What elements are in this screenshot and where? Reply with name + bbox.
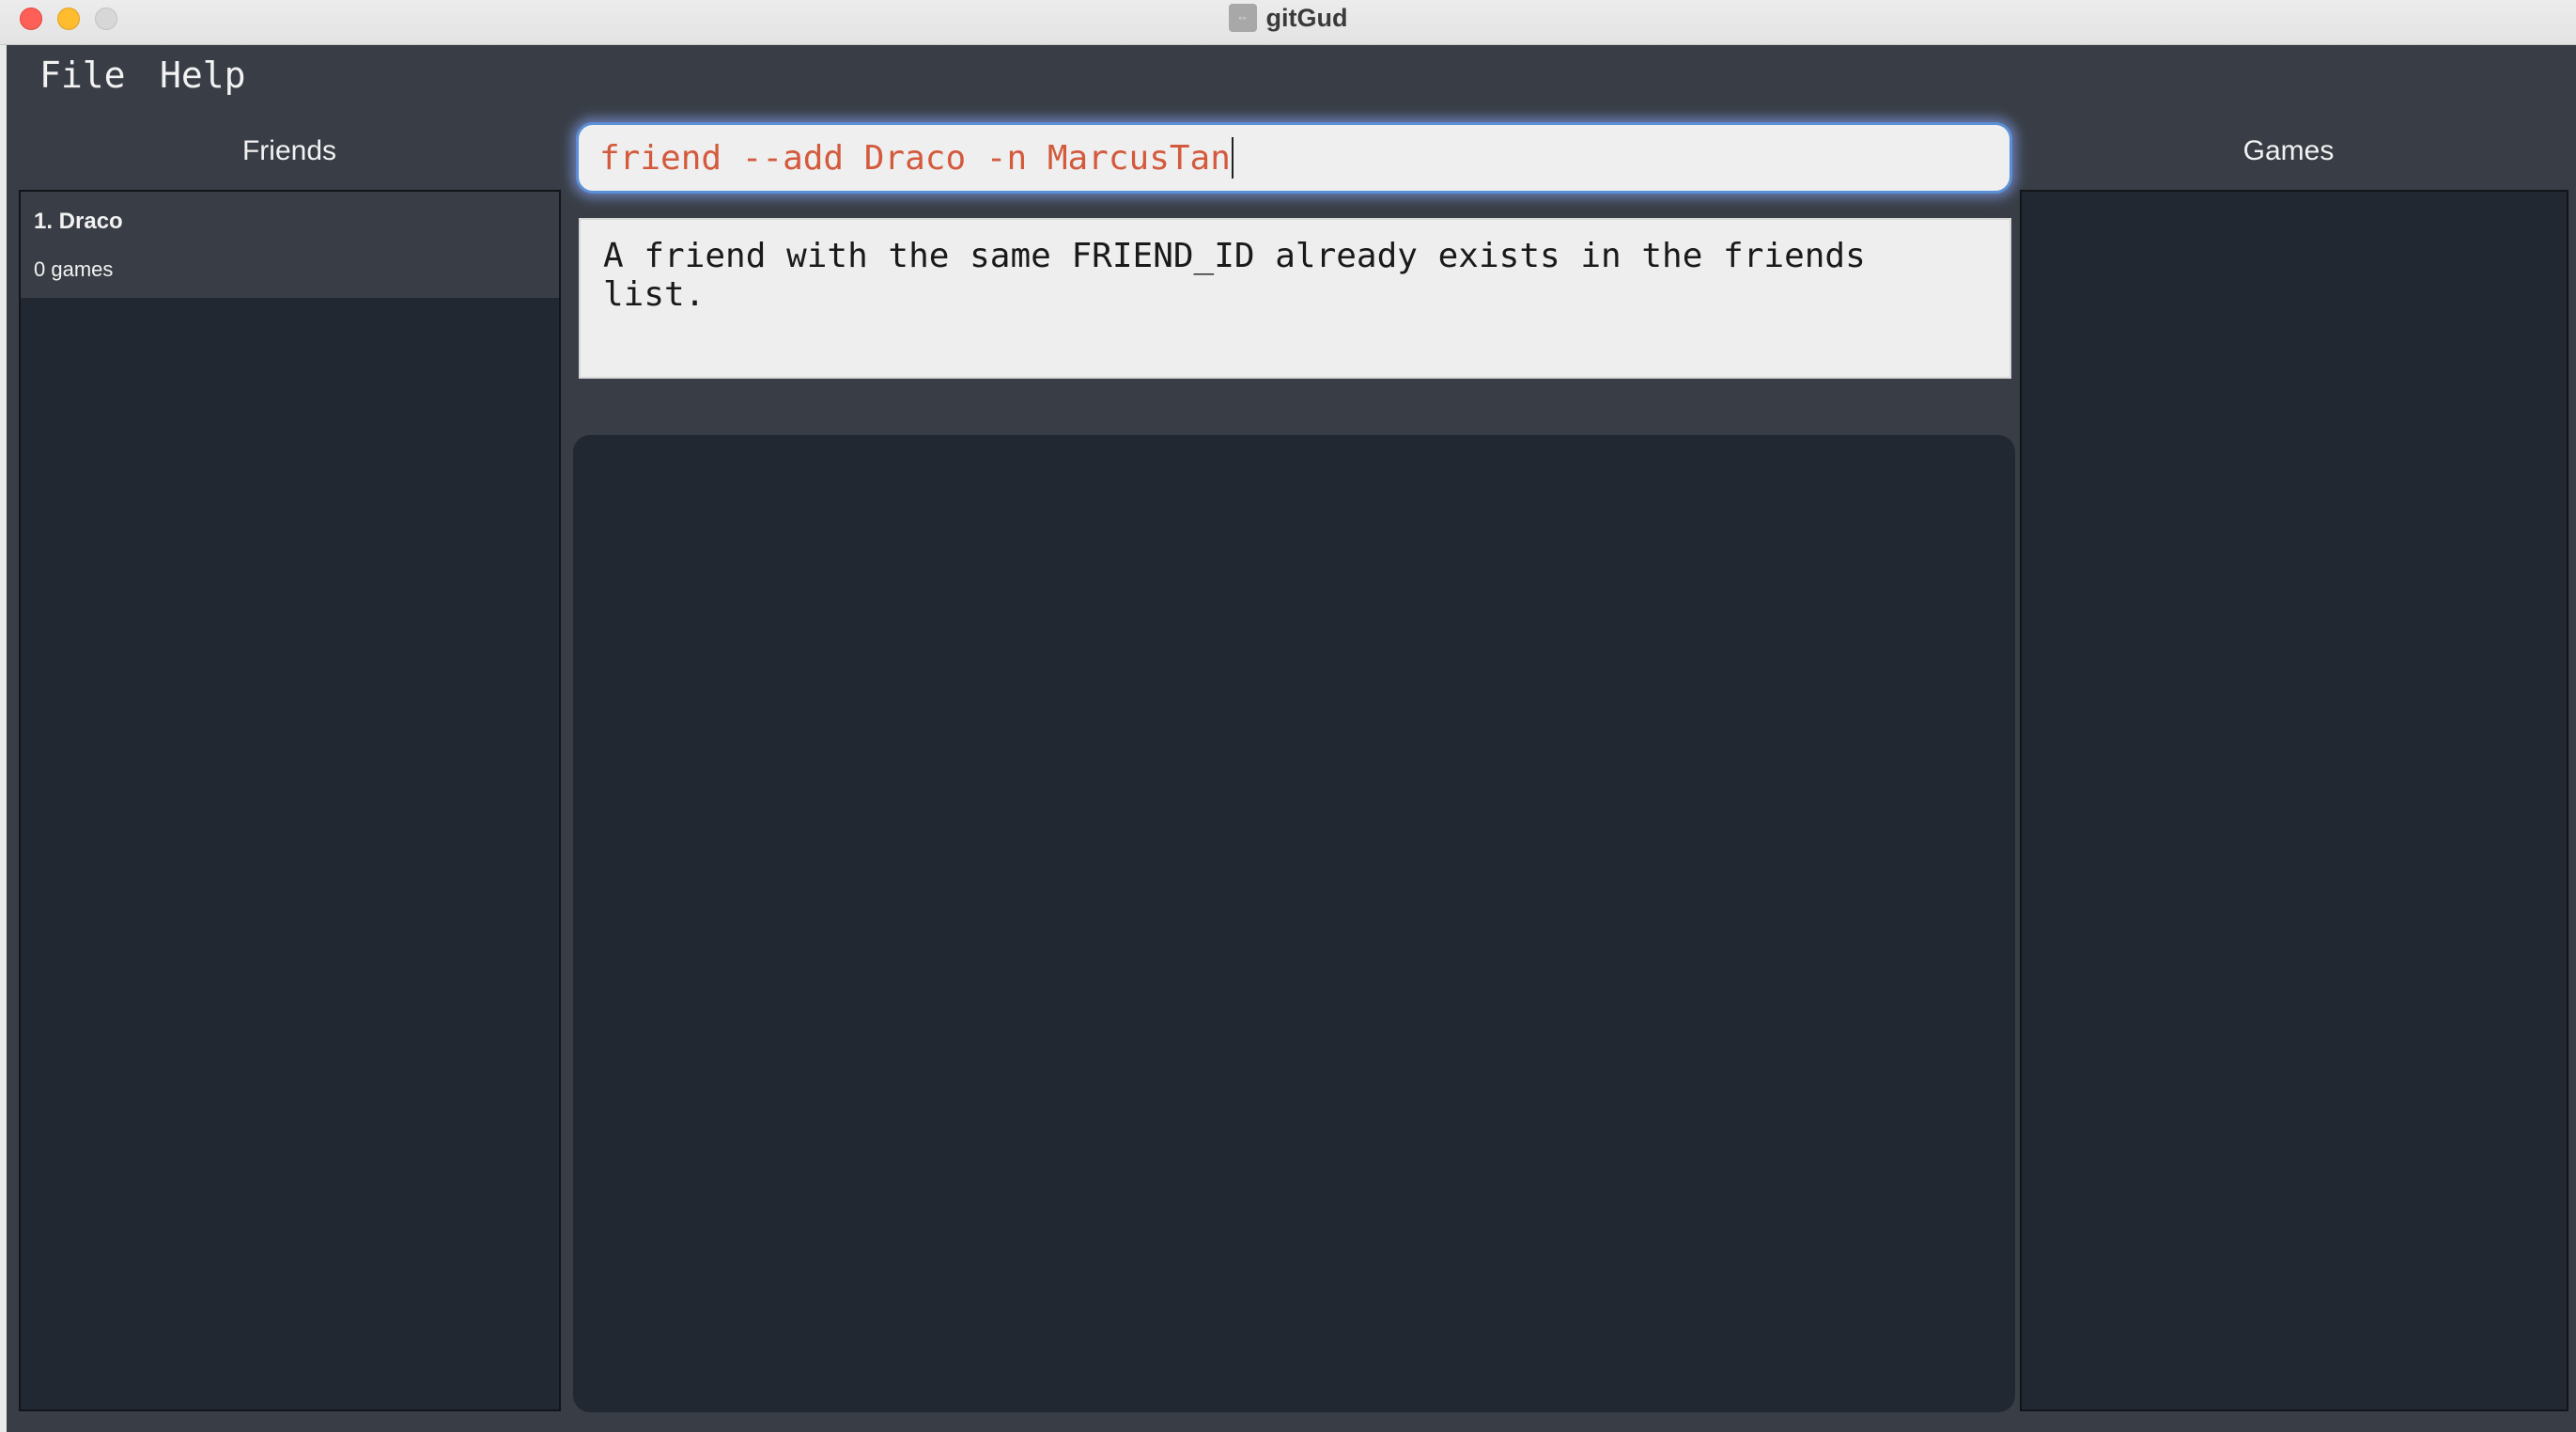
- games-heading: Games: [2242, 135, 2335, 166]
- games-list[interactable]: [2020, 190, 2568, 1411]
- menu-file[interactable]: File: [39, 54, 126, 96]
- friend-card[interactable]: 1. Draco 0 games: [21, 192, 559, 298]
- command-text: friend --add Draco -n MarcusTan: [599, 138, 1231, 178]
- friends-heading: Friends: [241, 135, 337, 166]
- main-view-panel: [573, 435, 2015, 1412]
- friend-name: 1. Draco: [34, 209, 123, 234]
- app-window: File Help Friends 1. Draco 0 games frien…: [7, 45, 2576, 1432]
- result-message: A friend with the same FRIEND_ID already…: [603, 237, 1866, 314]
- text-caret: [1231, 137, 1234, 179]
- friends-list[interactable]: 1. Draco 0 games: [19, 190, 561, 1411]
- desktop-background: [0, 0, 7, 1432]
- menu-help[interactable]: Help: [160, 54, 246, 96]
- window-title-group: ◦◦ gitGud: [0, 0, 2576, 36]
- window-titlebar[interactable]: ◦◦ gitGud: [0, 0, 2576, 45]
- menu-bar: File Help: [7, 45, 2576, 111]
- friend-games-count: 0 games: [34, 257, 114, 281]
- command-input[interactable]: friend --add Draco -n MarcusTan: [576, 122, 2012, 194]
- app-icon: ◦◦: [1228, 4, 1257, 32]
- result-display[interactable]: A friend with the same FRIEND_ID already…: [579, 218, 2011, 379]
- window-title: gitGud: [1265, 3, 1348, 32]
